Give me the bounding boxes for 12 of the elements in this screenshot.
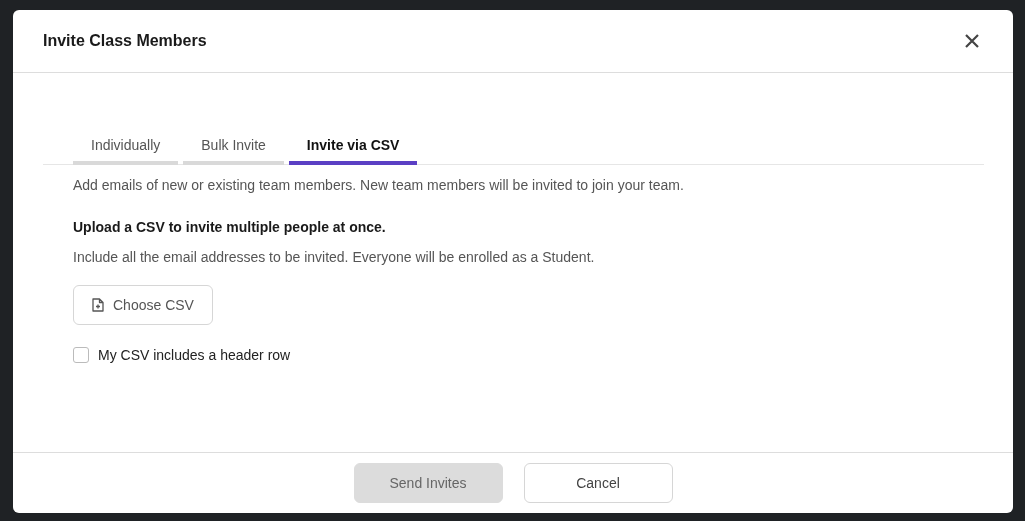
tab[interactable]: Bulk Invite	[183, 133, 284, 165]
dialog-title: Invite Class Members	[43, 32, 207, 50]
header-row-checkbox[interactable]	[73, 347, 89, 363]
tab[interactable]: Invite via CSV	[288, 133, 418, 165]
upload-heading: Upload a CSV to invite multiple people at once.	[73, 219, 387, 235]
file-plus-icon	[92, 298, 104, 312]
description-text: Add emails of new or existing team members. New team members will be invited to join your team.	[73, 177, 685, 193]
upload-hint: Include all the email addresses to be invited. Everyone will be enrolled as a Student.	[73, 249, 596, 265]
tab[interactable]: Individually	[73, 133, 179, 165]
cancel-button[interactable]: Cancel	[523, 463, 673, 503]
checkbox-label: My CSV includes a header row	[98, 347, 291, 363]
choose-csv-button[interactable]: Choose CSV	[73, 285, 213, 325]
